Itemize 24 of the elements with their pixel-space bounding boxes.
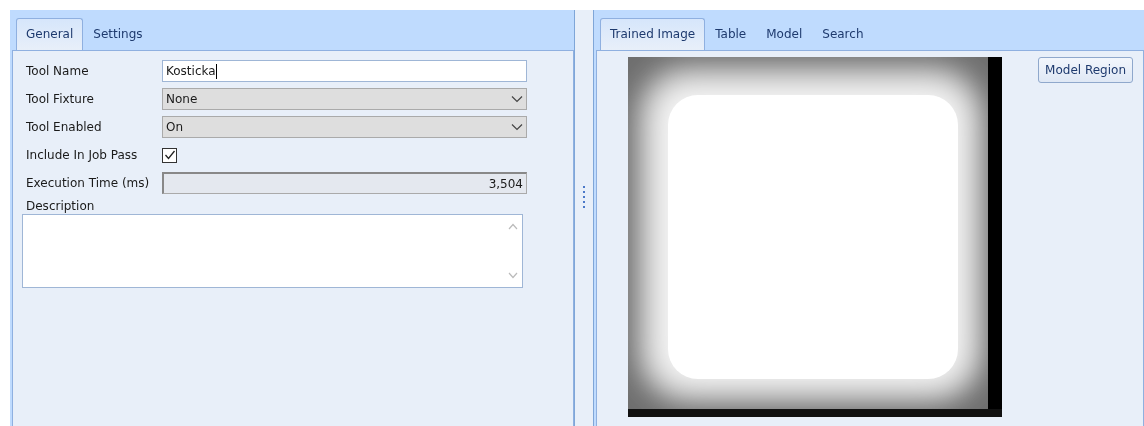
chevron-down-icon (511, 95, 523, 103)
splitter-handle[interactable] (574, 10, 594, 426)
tab[interactable]: Search (812, 18, 874, 50)
chevron-down-icon (511, 123, 523, 131)
field-label: Description (26, 199, 96, 213)
field-label: Tool Enabled (26, 120, 103, 134)
tab[interactable]: Table (705, 18, 757, 50)
description-field[interactable] (22, 214, 523, 288)
field-label: Include In Job Pass (26, 148, 139, 162)
readonly-field: 3,504 (162, 172, 527, 194)
field-label: Tool Fixture (26, 92, 95, 106)
text-field[interactable]: Kosticka (162, 60, 527, 82)
tab[interactable]: Trained Image (600, 18, 706, 50)
model-region-button[interactable]: Model Region (1038, 57, 1133, 83)
checkbox[interactable] (162, 147, 177, 163)
tab[interactable]: General (16, 18, 84, 50)
dropdown[interactable]: None (162, 88, 527, 110)
scroll-down-icon[interactable] (508, 272, 518, 279)
field-label: Execution Time (ms) (26, 176, 151, 190)
tab[interactable]: Settings (83, 18, 153, 50)
scroll-up-icon[interactable] (508, 223, 518, 230)
dropdown[interactable]: On (162, 116, 527, 138)
field-label: Tool Name (26, 64, 90, 78)
tab[interactable]: Model (756, 18, 813, 50)
